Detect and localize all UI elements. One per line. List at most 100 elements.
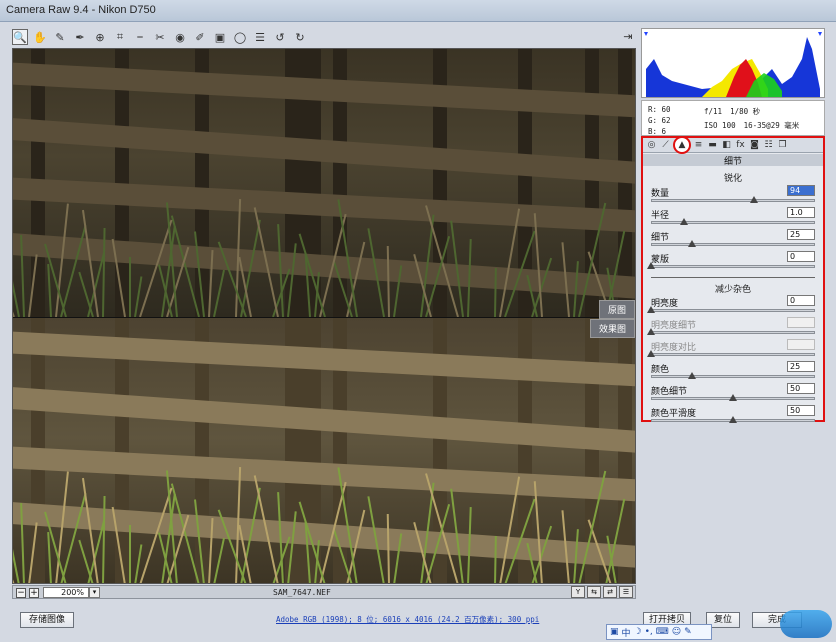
ime-logo-icon: ▣ xyxy=(610,627,619,637)
slider-value-field[interactable]: 0 xyxy=(787,295,815,306)
color-sampler-tool-icon[interactable]: ✒ xyxy=(72,29,88,45)
slider-thumb[interactable] xyxy=(688,372,696,379)
zoom-dropdown-icon[interactable]: ▾ xyxy=(89,587,100,598)
slider-thumb xyxy=(647,350,655,357)
slider-row: 明亮度 0 xyxy=(647,295,815,316)
white-balance-tool-icon[interactable]: ✎ xyxy=(52,29,68,45)
hand-tool-icon[interactable]: ✋ xyxy=(32,29,48,45)
histogram-graph xyxy=(642,29,824,97)
slider-track[interactable] xyxy=(651,243,815,246)
before-after-toggle-button[interactable]: ⇆ xyxy=(587,586,601,598)
slider-row: 明亮度细节 xyxy=(647,317,815,338)
lens-corrections-tab-icon[interactable]: ◧ xyxy=(720,139,733,152)
slider-thumb[interactable] xyxy=(729,416,737,423)
grass-blade xyxy=(102,495,106,583)
detail-tab-icon[interactable]: ▲ xyxy=(673,136,691,154)
red-eye-tool-icon[interactable]: ◉ xyxy=(172,29,188,45)
slider-row: 蒙版 0 xyxy=(647,251,815,272)
slider-track[interactable] xyxy=(651,221,815,224)
effects-tab-icon[interactable]: fx xyxy=(734,139,747,152)
slider-value-field[interactable]: 25 xyxy=(787,229,815,240)
save-image-button[interactable]: 存储图像 xyxy=(20,612,74,628)
slider-value-field[interactable]: 94 xyxy=(787,185,815,196)
slider-thumb[interactable] xyxy=(688,240,696,247)
keyboard-icon[interactable]: ⌨ xyxy=(656,627,669,637)
file-name: SAM_7647.NEF xyxy=(273,588,331,597)
tone-curve-tab-icon[interactable]: ⟋ xyxy=(659,139,672,152)
preview-original-pane xyxy=(13,49,635,317)
slider-label: 半径 xyxy=(651,211,670,221)
slider-value-field[interactable]: 50 xyxy=(787,383,815,394)
slider-value-field xyxy=(787,339,815,350)
slider-thumb[interactable] xyxy=(647,262,655,269)
fence-rail xyxy=(13,118,635,184)
hsl-tab-icon[interactable]: ≡ xyxy=(692,139,705,152)
preferences-tool-icon[interactable]: ☰ xyxy=(252,29,268,45)
slider-label: 明亮度 xyxy=(651,299,679,309)
detail-panel: ◎ ⟋ ▲ ≡ ▬ ◧ fx ◙ ☷ ❐ 细节 锐化 数量 94 半径 1.0 细节 25 蒙版 0 减少杂色 … xyxy=(641,136,825,423)
grass-blade xyxy=(129,525,131,583)
zoom-out-button[interactable]: − xyxy=(16,588,26,598)
slider-thumb[interactable] xyxy=(647,306,655,313)
snapshots-tab-icon[interactable]: ❐ xyxy=(776,139,789,152)
window-title: Camera Raw 9.4 - Nikon D750 xyxy=(6,4,156,16)
slider-value-field xyxy=(787,317,815,328)
export-icon[interactable]: ⇥ xyxy=(620,28,636,44)
adjustment-brush-tool-icon[interactable]: ✐ xyxy=(192,29,208,45)
crop-tool-icon[interactable]: ⌗ xyxy=(112,29,128,45)
rotate-ccw-tool-icon[interactable]: ↺ xyxy=(272,29,288,45)
spot-removal-tool-icon[interactable]: ✂ xyxy=(152,29,168,45)
panel-title: 细节 xyxy=(643,154,823,167)
fence-rail xyxy=(13,62,635,118)
slider-track[interactable] xyxy=(651,375,815,378)
wrench-icon[interactable]: ✎ xyxy=(684,627,692,637)
slider-thumb[interactable] xyxy=(750,196,759,203)
slider-value-field[interactable]: 1.0 xyxy=(787,207,815,218)
slider-thumb[interactable] xyxy=(729,394,737,401)
slider-thumb[interactable] xyxy=(679,218,688,225)
ime-language[interactable]: 中 xyxy=(622,626,631,639)
view-mode-button[interactable]: Y xyxy=(571,586,585,598)
blue-value: 6 xyxy=(661,127,667,136)
moon-icon[interactable]: ☽ xyxy=(634,627,642,637)
slider-value-field[interactable]: 50 xyxy=(787,405,815,416)
rotate-cw-tool-icon[interactable]: ↻ xyxy=(292,29,308,45)
zoom-level-field[interactable]: 200% xyxy=(43,587,89,598)
basic-tab-icon[interactable]: ◎ xyxy=(645,139,658,152)
grass-blade xyxy=(213,269,225,317)
grass-blade xyxy=(213,537,225,583)
user-icon[interactable]: ☺ xyxy=(672,627,681,637)
toggle-view-button[interactable]: ☰ xyxy=(619,586,633,598)
image-preview[interactable]: 原图 效果图 xyxy=(12,48,636,584)
ime-toolbar[interactable]: ▣ 中 ☽ •, ⌨ ☺ ✎ xyxy=(606,624,712,640)
sharpening-title: 锐化 xyxy=(723,174,742,184)
slider-value-field[interactable]: 25 xyxy=(787,361,815,372)
straighten-tool-icon[interactable]: ⎯ xyxy=(132,29,148,45)
slider-row: 颜色平滑度 50 xyxy=(651,405,815,426)
grass-blade xyxy=(13,485,20,583)
split-toning-tab-icon[interactable]: ▬ xyxy=(706,139,719,152)
punctuation-icon[interactable]: •, xyxy=(645,627,653,637)
zoom-in-button[interactable]: + xyxy=(29,588,39,598)
slider-track[interactable] xyxy=(651,265,815,268)
slider-label: 细节 xyxy=(651,233,670,243)
swap-settings-button[interactable]: ⇄ xyxy=(603,586,617,598)
slider-label: 颜色细节 xyxy=(651,387,688,397)
presets-tab-icon[interactable]: ☷ xyxy=(762,139,775,152)
grass-blade xyxy=(494,267,497,317)
preview-after-pane xyxy=(13,318,635,583)
targeted-adjustment-tool-icon[interactable]: ⊕ xyxy=(92,29,108,45)
slider-label: 明亮度对比 xyxy=(651,343,697,353)
graduated-filter-tool-icon[interactable]: ▣ xyxy=(212,29,228,45)
watermark-logo xyxy=(780,610,832,638)
grass-blade xyxy=(494,535,497,583)
zoom-tool-icon[interactable]: 🔍 xyxy=(12,29,28,45)
panel-tabs: ◎ ⟋ ▲ ≡ ▬ ◧ fx ◙ ☷ ❐ xyxy=(643,136,823,154)
slider-track[interactable] xyxy=(651,199,815,202)
slider-row: 颜色细节 50 xyxy=(651,383,815,404)
workflow-options-link[interactable]: Adobe RGB (1998); 8 位; 6016 x 4016 (24.2… xyxy=(276,614,539,625)
slider-value-field[interactable]: 0 xyxy=(787,251,815,262)
radial-filter-tool-icon[interactable]: ◯ xyxy=(232,29,248,45)
slider-track[interactable] xyxy=(651,309,815,312)
camera-calibration-tab-icon[interactable]: ◙ xyxy=(748,139,761,152)
